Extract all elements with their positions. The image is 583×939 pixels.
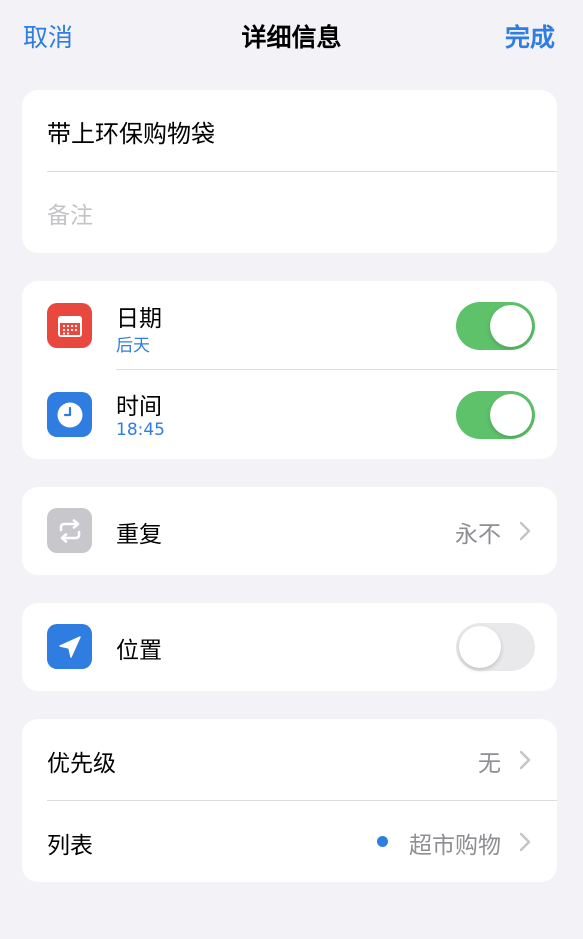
repeat-row[interactable]: 重复 永不 (22, 487, 557, 575)
location-arrow-icon (47, 624, 92, 669)
date-toggle[interactable] (456, 302, 535, 350)
time-label: 时间 (116, 394, 162, 420)
priority-row[interactable]: 优先级 无 (22, 719, 557, 800)
divider (47, 171, 557, 172)
chevron-right-icon (519, 521, 531, 541)
done-button[interactable]: 完成 (505, 18, 555, 54)
repeat-icon (47, 508, 92, 553)
list-row[interactable]: 列表 超市购物 (22, 801, 557, 882)
date-time-card: 日期 后天 时间 18:45 (22, 281, 557, 459)
notes-field[interactable]: 备注 (47, 196, 93, 230)
repeat-label: 重复 (116, 522, 162, 548)
calendar-icon (47, 303, 92, 348)
reminder-title-field[interactable]: 带上环保购物袋 (47, 114, 215, 149)
date-label: 日期 (116, 306, 162, 332)
list-label: 列表 (47, 833, 93, 859)
time-toggle[interactable] (456, 391, 535, 439)
list-color-dot (377, 836, 388, 847)
location-toggle[interactable] (456, 623, 535, 671)
list-value: 超市购物 (409, 833, 501, 859)
location-label: 位置 (116, 638, 162, 664)
location-row[interactable]: 位置 (22, 603, 557, 691)
priority-label: 优先级 (47, 751, 116, 777)
date-row[interactable]: 日期 后天 (22, 281, 557, 369)
clock-icon (47, 392, 92, 437)
chevron-right-icon (519, 750, 531, 770)
priority-value: 无 (478, 751, 501, 777)
page-title: 详细信息 (241, 23, 342, 52)
location-card: 位置 (22, 603, 557, 691)
chevron-right-icon (519, 832, 531, 852)
title-notes-card: 带上环保购物袋 备注 (22, 90, 557, 253)
time-value: 18:45 (116, 420, 165, 440)
navigation-bar: 取消 详细信息 完成 (0, 0, 583, 68)
priority-list-card: 优先级 无 列表 超市购物 (22, 719, 557, 882)
repeat-value: 永不 (455, 522, 501, 548)
repeat-card: 重复 永不 (22, 487, 557, 575)
date-value: 后天 (116, 336, 150, 356)
time-row[interactable]: 时间 18:45 (22, 370, 557, 459)
